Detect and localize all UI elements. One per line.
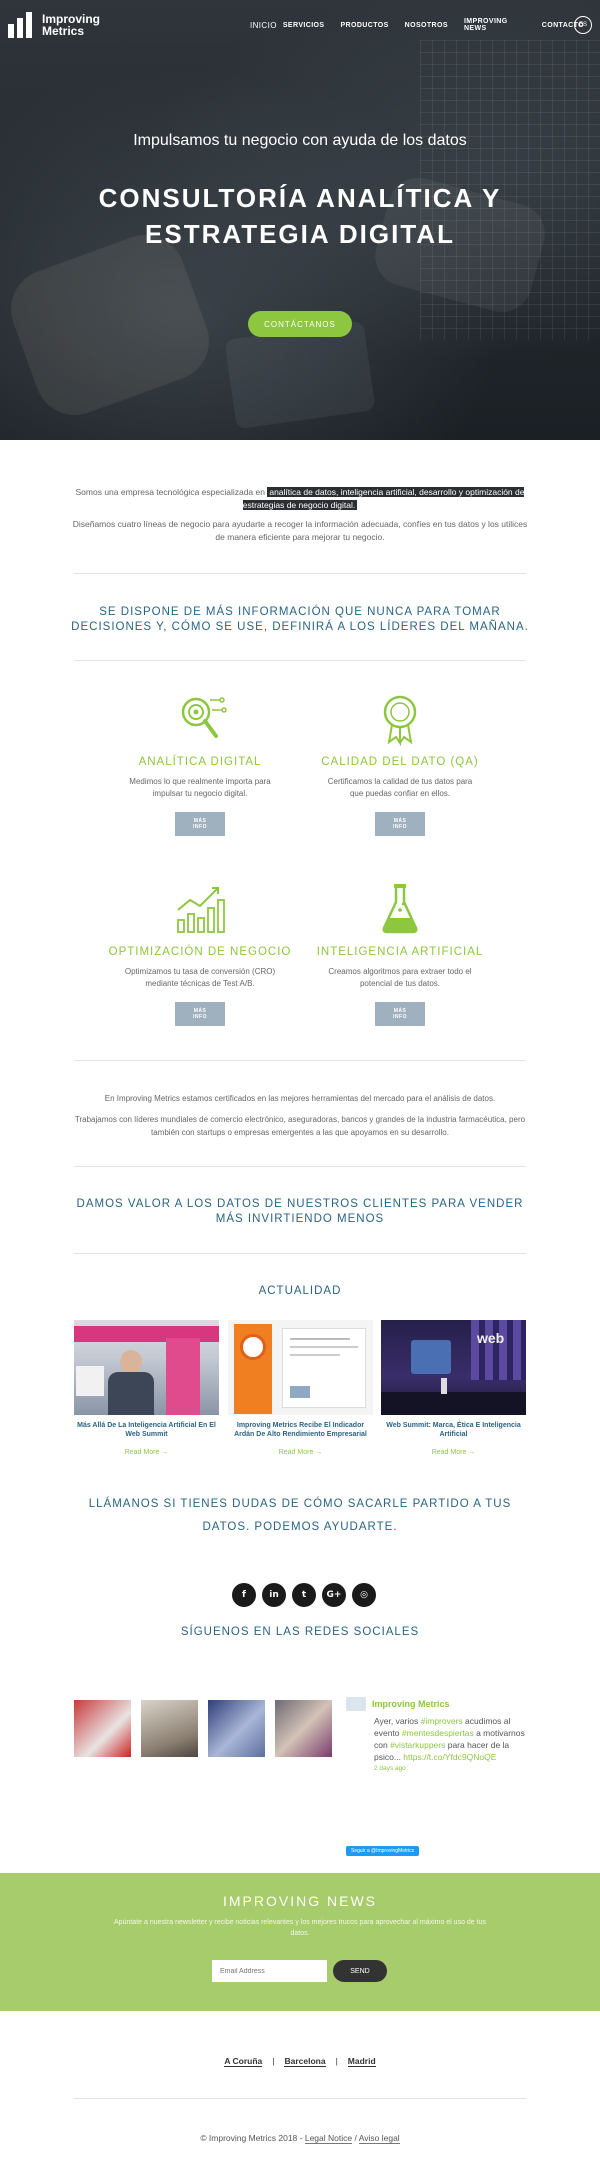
target-magnifier-icon [181, 697, 227, 738]
service-title: OPTIMIZACIÓN DE NEGOCIO [108, 946, 292, 958]
news-title: ACTUALIDAD [258, 1285, 342, 1297]
news-thumbnail[interactable]: web [381, 1320, 526, 1415]
nav-item-servicios[interactable]: SERVICIOS [283, 22, 325, 29]
service-analitica: ANALÍTICA DIGITAL Medimos lo que realmen… [100, 690, 300, 836]
office-cities: A Coruña | Barcelona | Madrid [224, 2056, 376, 2067]
instagram-photo[interactable] [141, 1700, 198, 1757]
value-heading: DAMOS VALOR A LOS DATOS DE NUESTROS CLIE… [76, 1198, 524, 1225]
call-to-action-heading: LLÁMANOS SI TIENES DUDAS DE CÓMO SACARLE… [88, 1498, 512, 1533]
city-link-madrid[interactable]: Madrid [347, 2056, 376, 2067]
flask-icon [382, 884, 418, 934]
service-ia: INTELIGENCIA ARTIFICIAL Creamos algoritm… [300, 880, 500, 1026]
send-button[interactable]: SEND [333, 1960, 387, 1982]
news-thumbnail[interactable] [74, 1320, 219, 1415]
tweet-text: Ayer, varios #improvers acudimos al even… [374, 1716, 525, 1762]
read-more-link[interactable]: Read More → [228, 1449, 373, 1456]
newsletter-title: IMPROVING NEWS [222, 1893, 377, 1909]
logo[interactable]: Improving Metrics [8, 12, 100, 38]
more-info-button[interactable]: MÁS INFO [175, 812, 225, 836]
more-info-button[interactable]: MÁS INFO [375, 1002, 425, 1026]
tweet-link[interactable]: https://t.co/Yfdc9QNoQE [403, 1752, 496, 1762]
hero-subtitle: Impulsamos tu negocio con ayuda de los d… [133, 132, 467, 149]
intro-text-start: Somos una empresa tecnológica especializ… [75, 487, 268, 497]
nav-item-nosotros[interactable]: NOSOTROS [405, 22, 448, 29]
service-text: Medimos lo que realmente importa para im… [129, 777, 271, 798]
twitter-follow-button[interactable]: Seguir a @ImprovingMetrics [346, 1846, 420, 1856]
news-caption[interactable]: Web Summit: Marca, Ética E Inteligencia … [381, 1421, 526, 1439]
service-text: Creamos algoritmos para extraer todo el … [328, 967, 472, 988]
certifications-text: En Improving Metrics estamos certificado… [70, 1092, 530, 1139]
linkedin-icon[interactable]: in [262, 1583, 286, 1607]
contact-button[interactable]: CONTÁCTANOS [248, 311, 352, 337]
twitter-icon[interactable]: t [292, 1583, 316, 1607]
logo-text: Improving Metrics [42, 12, 101, 38]
main-nav: INICIO SERVICIOS PRODUCTOS NOSOTROS IMPR… [250, 18, 600, 32]
twitter-feed: Improving Metrics Ayer, varios #improver… [346, 1697, 526, 1772]
divider [74, 660, 526, 661]
award-badge-icon [383, 695, 417, 746]
legal-notice-link[interactable]: Legal Notice [304, 2133, 353, 2144]
service-calidad: CALIDAD DEL DATO (QA) Certificamos la ca… [300, 690, 500, 836]
intro-highlight: analítica de datos, inteligencia artific… [242, 487, 525, 510]
service-title: ANALÍTICA DIGITAL [138, 756, 262, 768]
social-icons: f in t G+ ◎ [232, 1583, 376, 1607]
instagram-photo[interactable] [208, 1700, 265, 1757]
nav-item-inicio[interactable]: INICIO [250, 21, 277, 30]
instagram-icon[interactable]: ◎ [352, 1583, 376, 1607]
read-more-link[interactable]: Read More → [381, 1449, 526, 1456]
divider [74, 1253, 526, 1254]
nav-item-productos[interactable]: PRODUCTOS [340, 22, 388, 29]
divider [74, 1060, 526, 1061]
tweet-author[interactable]: Improving Metrics [372, 1699, 450, 1709]
intro-text: Somos una empresa tecnológica especializ… [70, 486, 530, 512]
news-thumbnail[interactable] [228, 1320, 373, 1415]
more-info-button[interactable]: MÁS INFO [175, 1002, 225, 1026]
more-info-button[interactable]: MÁS INFO [375, 812, 425, 836]
newsletter-text: Apúntate a nuestra newsletter y recibe n… [114, 1919, 486, 1937]
hashtag-link[interactable]: #vistarkuppers [390, 1740, 445, 1750]
footer-separator: / [352, 2133, 359, 2143]
facebook-icon[interactable]: f [232, 1583, 256, 1607]
hashtag-link[interactable]: #improvers [421, 1716, 463, 1726]
tweet-time: 2 days ago [374, 1765, 406, 1772]
instagram-photo[interactable] [275, 1700, 332, 1757]
service-text: Certificamos la calidad de tus datos par… [327, 777, 473, 798]
bar-chart-growth-icon [177, 887, 225, 933]
hero-title: CONSULTORÍA ANALÍTICA Y ESTRATEGIA DIGIT… [98, 183, 502, 249]
instagram-photo[interactable] [74, 1700, 131, 1757]
service-title: INTELIGENCIA ARTIFICIAL [316, 946, 484, 958]
divider [74, 2098, 526, 2099]
hero-background-shape [0, 223, 221, 427]
news-item[interactable]: Más Allá De La Inteligencia Artificial E… [74, 1320, 219, 1456]
city-link-a-coruna[interactable]: A Coruña [224, 2056, 263, 2067]
intro-text-2: Diseñamos cuatro líneas de negocio para … [72, 519, 528, 542]
email-field[interactable] [212, 1960, 327, 1982]
news-item[interactable]: web Web Summit: Marca, Ética E Inteligen… [381, 1320, 526, 1456]
service-text: Optimizamos tu tasa de conversión (CRO) … [124, 967, 276, 988]
footer: © Improving Metrics 2018 - Legal Notice … [0, 2133, 600, 2144]
logo-icon [8, 12, 36, 38]
quote-heading: SE DISPONE DE MÁS INFORMACIÓN QUE NUNCA … [71, 606, 529, 633]
certs-paragraph: En Improving Metrics estamos certificado… [104, 1094, 496, 1103]
social-title: SÍGUENOS EN LAS REDES SOCIALES [180, 1626, 420, 1638]
read-more-link[interactable]: Read More → [74, 1449, 219, 1456]
service-title: CALIDAD DEL DATO (QA) [321, 756, 479, 768]
newsletter-section: IMPROVING NEWS Apúntate a nuestra newsle… [0, 1873, 600, 2011]
google-plus-icon[interactable]: G+ [322, 1583, 346, 1607]
news-item[interactable]: Improving Metrics Recibe El Indicador Ar… [228, 1320, 373, 1456]
news-caption[interactable]: Más Allá De La Inteligencia Artificial E… [74, 1421, 219, 1439]
aviso-legal-link[interactable]: Aviso legal [358, 2133, 400, 2144]
city-link-barcelona[interactable]: Barcelona [284, 2056, 326, 2067]
divider [74, 1166, 526, 1167]
nav-item-improving-news[interactable]: IMPROVING NEWS [464, 18, 526, 32]
certs-paragraph: Trabajamos con líderes mundiales de come… [74, 1115, 526, 1137]
divider [74, 573, 526, 574]
language-switch[interactable]: ES [574, 16, 592, 34]
hero-section: Improving Metrics INICIO SERVICIOS PRODU… [0, 0, 600, 440]
hashtag-link[interactable]: #mentesdespiertas [402, 1728, 474, 1738]
news-caption[interactable]: Improving Metrics Recibe El Indicador Ar… [228, 1421, 373, 1439]
twitter-avatar [346, 1697, 366, 1711]
copyright-text: © Improving Metrics 2018 - [200, 2133, 305, 2143]
service-optimizacion: OPTIMIZACIÓN DE NEGOCIO Optimizamos tu t… [100, 880, 300, 1026]
